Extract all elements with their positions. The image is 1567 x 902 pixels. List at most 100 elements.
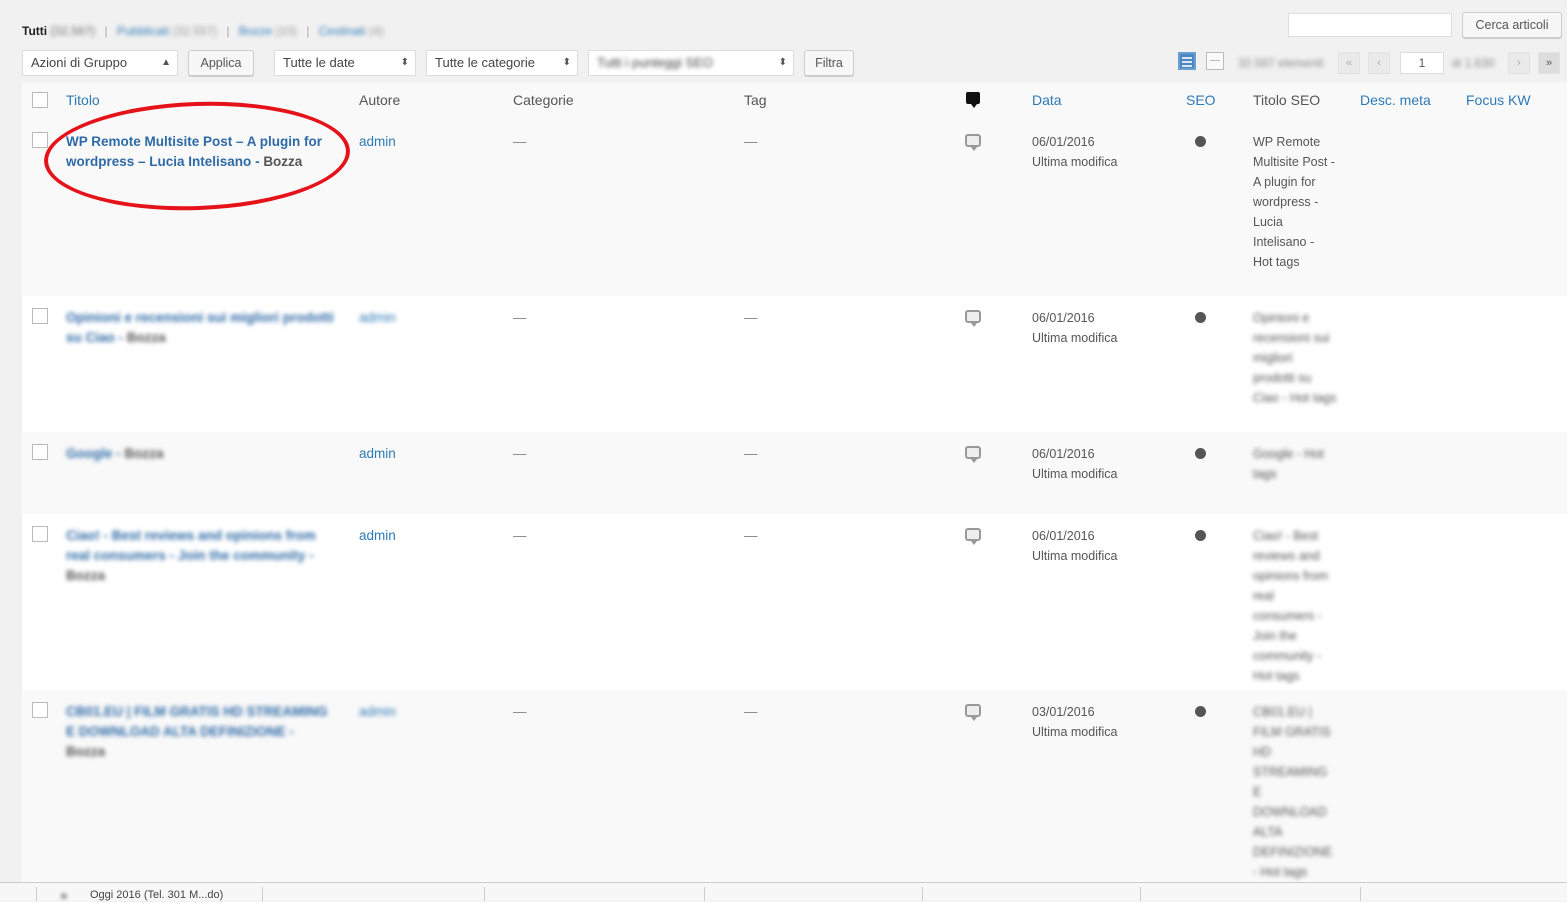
status-count: (4): [368, 24, 384, 38]
date-note: Ultima modifica: [1032, 549, 1118, 563]
categories-value: —: [513, 310, 527, 325]
posts-table: Titolo Autore Categorie Tag Data SEO Tit…: [22, 82, 1567, 882]
separator: [1360, 887, 1361, 901]
row-checkbox[interactable]: [32, 702, 48, 718]
taskbar-item[interactable]: Oggi 2016 (Tel. 301 M...do): [90, 889, 223, 901]
date-text: 03/01/2016: [1032, 705, 1095, 719]
first-page-button[interactable]: «: [1338, 52, 1360, 74]
comment-bubble-icon[interactable]: [965, 446, 981, 463]
date-value: 06/01/2016 Ultima modifica: [1032, 308, 1117, 348]
date-value: 06/01/2016 Ultima modifica: [1032, 132, 1117, 172]
prev-page-button[interactable]: ‹: [1368, 52, 1390, 74]
comment-bubble-icon[interactable]: [965, 704, 981, 721]
categories-value: —: [513, 446, 527, 461]
column-date[interactable]: Data: [1032, 92, 1062, 108]
separator: [484, 887, 485, 901]
row-checkbox[interactable]: [32, 308, 48, 324]
post-title-link[interactable]: Opinioni e recensioni sui migliori prodo…: [66, 308, 336, 348]
status-count: (32.587): [50, 24, 96, 38]
comment-bubble-icon[interactable]: [965, 134, 981, 151]
seo-title-value: Opinioni e recensioni sui migliori prodo…: [1253, 311, 1337, 405]
date-value: 03/01/2016 Ultima modifica: [1032, 702, 1117, 742]
date-note: Ultima modifica: [1032, 725, 1118, 739]
select-arrow-icon: ⬍: [562, 57, 571, 68]
column-seo[interactable]: SEO: [1186, 92, 1216, 108]
date-value: 06/01/2016 Ultima modifica: [1032, 526, 1117, 566]
post-title-link[interactable]: Ciao! - Best reviews and opinions from r…: [66, 526, 336, 586]
date-text: 06/01/2016: [1032, 447, 1095, 461]
separator: [262, 887, 263, 901]
date-text: 06/01/2016: [1032, 529, 1095, 543]
taskbar-item-icon[interactable]: ▸: [62, 889, 68, 902]
author-link[interactable]: admin: [359, 444, 396, 464]
tags-value: —: [744, 446, 758, 461]
column-meta-desc[interactable]: Desc. meta: [1360, 92, 1431, 108]
tags-value: —: [744, 310, 758, 325]
status-links: Tutti (32.587) | Pubblicati (32.557) | B…: [22, 24, 383, 38]
status-link-drafts[interactable]: Bozze (10): [236, 24, 301, 38]
post-state: Bozza: [126, 330, 166, 345]
author-link[interactable]: admin: [359, 702, 396, 722]
row-checkbox[interactable]: [32, 132, 48, 148]
seo-title-value: WP Remote Multisite Post - A plugin for …: [1253, 135, 1335, 269]
author-link[interactable]: admin: [359, 526, 396, 546]
row-checkbox[interactable]: [32, 444, 48, 460]
status-link-label: Pubblicati: [116, 24, 169, 38]
author-link[interactable]: admin: [359, 308, 396, 328]
seo-score-filter-select[interactable]: Tutti i punteggi SEO ⬍: [588, 50, 794, 76]
separator: [1140, 887, 1141, 901]
apply-button[interactable]: Applica: [188, 50, 254, 76]
row-checkbox[interactable]: [32, 526, 48, 542]
tags-value: —: [744, 134, 758, 149]
author-link[interactable]: admin: [359, 132, 396, 152]
separator: [704, 887, 705, 901]
column-author: Autore: [359, 92, 401, 108]
separator: [36, 887, 37, 901]
table-row: Ciao! - Best reviews and opinions from r…: [22, 514, 1567, 690]
status-link-trash[interactable]: Cestinati (4): [315, 24, 384, 38]
post-title-link[interactable]: CB01.EU | FILM GRATIS HD STREAMING E DOW…: [66, 702, 336, 762]
seo-title-value: Google - Hot tags: [1253, 447, 1324, 481]
select-all-checkbox[interactable]: [32, 92, 48, 108]
column-categories: Categorie: [513, 92, 574, 108]
next-page-button[interactable]: ›: [1508, 52, 1530, 74]
list-view-icon[interactable]: [1178, 52, 1196, 70]
date-note: Ultima modifica: [1032, 331, 1118, 345]
post-title-link[interactable]: Google - Bozza: [66, 444, 336, 464]
post-title: Google: [66, 446, 113, 461]
separator: |: [226, 24, 230, 38]
total-pages: di 1.630: [1452, 56, 1495, 70]
last-page-button[interactable]: »: [1538, 52, 1560, 74]
date-text: 06/01/2016: [1032, 311, 1095, 325]
date-value: 06/01/2016 Ultima modifica: [1032, 444, 1117, 484]
comments-column-icon[interactable]: [966, 92, 980, 108]
post-state: Bozza: [124, 446, 164, 461]
date-filter-select[interactable]: Tutte le date ⬍: [274, 50, 416, 76]
seo-score-dot-icon: [1195, 530, 1206, 541]
filter-button[interactable]: Filtra: [804, 50, 854, 76]
table-header: Titolo Autore Categorie Tag Data SEO Tit…: [22, 82, 1567, 121]
seo-title-value: Ciao! - Best reviews and opinions from r…: [1253, 529, 1329, 683]
category-filter-select[interactable]: Tutte le categorie ⬍: [426, 50, 578, 76]
current-page-input[interactable]: 1: [1400, 52, 1444, 74]
post-title: Opinioni e recensioni sui migliori prodo…: [66, 310, 334, 345]
excerpt-view-icon[interactable]: [1206, 52, 1224, 70]
date-filter-value: Tutte le date: [283, 55, 355, 70]
column-title[interactable]: Titolo: [66, 92, 100, 108]
post-state: Bozza: [66, 744, 106, 759]
status-link-published[interactable]: Pubblicati (32.557): [114, 24, 221, 38]
post-title-link[interactable]: WP Remote Multisite Post – A plugin for …: [66, 132, 336, 172]
comment-bubble-icon[interactable]: [965, 528, 981, 545]
search-posts-button[interactable]: Cerca articoli: [1462, 12, 1562, 38]
select-arrow-icon: ▲: [161, 57, 171, 68]
category-filter-value: Tutte le categorie: [435, 55, 535, 70]
seo-score-dot-icon: [1195, 136, 1206, 147]
search-input[interactable]: [1288, 13, 1452, 37]
column-seo-title: Titolo SEO: [1253, 92, 1321, 108]
tags-value: —: [744, 704, 758, 719]
bulk-actions-select[interactable]: Azioni di Gruppo ▲: [22, 50, 178, 76]
status-link-all[interactable]: Tutti (32.587): [22, 24, 99, 38]
column-focus-kw[interactable]: Focus KW: [1466, 92, 1531, 108]
status-count: (32.557): [172, 24, 218, 38]
comment-bubble-icon[interactable]: [965, 310, 981, 327]
